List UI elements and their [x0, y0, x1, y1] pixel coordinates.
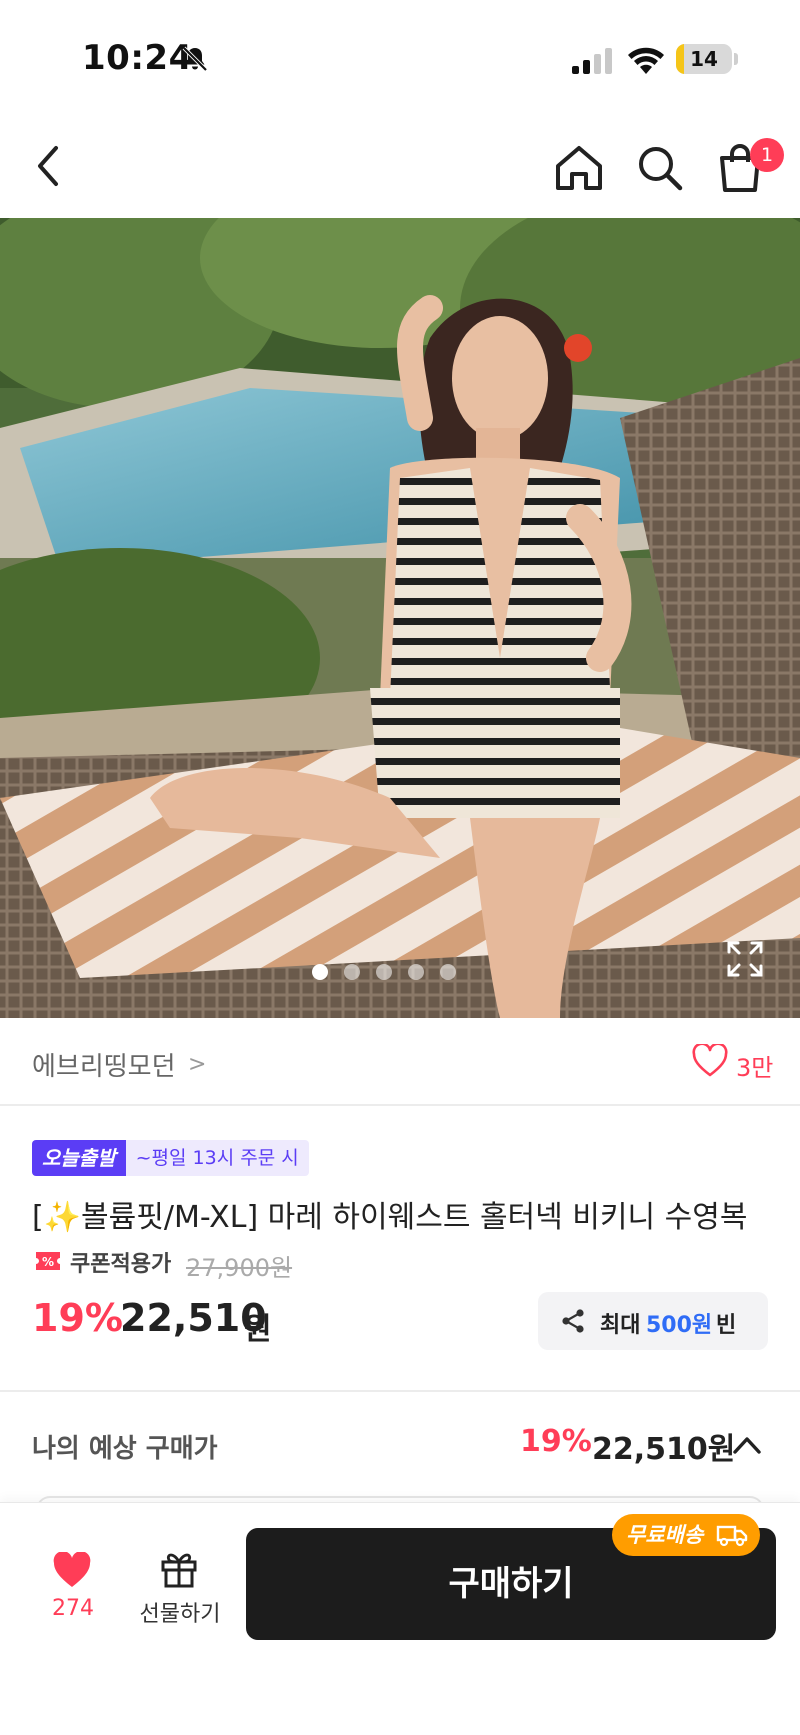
pagination-dot[interactable] — [344, 964, 360, 980]
product-image[interactable] — [0, 218, 800, 1018]
coupon-price-label: 쿠폰적용가 — [70, 1252, 172, 1277]
heart-outline-icon[interactable] — [692, 1044, 728, 1078]
cellular-signal-icon — [572, 48, 612, 74]
order-cutoff-badge: ~평일 13시 주문 시 — [125, 1140, 309, 1176]
discount-rate: 19% — [32, 1296, 123, 1340]
section-divider — [0, 1390, 800, 1392]
pagination-dot[interactable] — [440, 964, 456, 980]
top-nav — [0, 110, 800, 218]
pagination-dot[interactable] — [376, 964, 392, 980]
share-icon — [562, 1309, 584, 1333]
gift-icon — [161, 1553, 197, 1588]
status-bar: 10:24 14 — [0, 0, 800, 110]
seller-name[interactable]: 에브리띵모던 — [32, 1046, 176, 1083]
heart-filled-icon — [53, 1552, 91, 1587]
coupon-icon: % — [36, 1252, 60, 1270]
svg-text:%: % — [42, 1255, 54, 1269]
wishlist-button[interactable]: 274 — [48, 1548, 98, 1628]
pagination-dot[interactable] — [408, 964, 424, 980]
battery-tip — [734, 53, 738, 65]
battery-level: 14 — [690, 47, 718, 71]
original-price: 27,900원 — [186, 1254, 293, 1282]
expand-icon[interactable] — [726, 940, 764, 978]
price-unit: 원 — [244, 1312, 272, 1347]
delivery-badge: 오늘출발 ~평일 13시 주문 시 — [32, 1140, 309, 1176]
share-suffix: 빈 — [716, 1313, 737, 1338]
gift-button[interactable]: 선물하기 — [130, 1544, 230, 1630]
cart-count-badge: 1 — [750, 138, 784, 172]
today-shipping-badge: 오늘출발 — [32, 1140, 126, 1176]
seller-row[interactable]: 에브리띵모던 > 3만 — [0, 1018, 800, 1106]
back-chevron-icon[interactable] — [28, 140, 70, 192]
bell-slash-icon — [182, 46, 208, 72]
image-pagination — [312, 962, 456, 982]
like-count: 3만 — [736, 1054, 774, 1082]
wifi-icon — [628, 47, 664, 74]
seller-chevron-icon: > — [188, 1052, 207, 1077]
home-icon[interactable] — [552, 142, 606, 194]
free-shipping-label: 무료배송 — [626, 1523, 704, 1547]
product-photo — [0, 218, 800, 1018]
chevron-up-icon[interactable] — [730, 1430, 764, 1460]
product-title: [✨볼륨핏/M-XL] 마레 하이웨스트 홀터넥 비키니 수영복 — [32, 1200, 748, 1235]
wishlist-count: 274 — [52, 1596, 94, 1621]
pagination-dot[interactable] — [312, 964, 328, 980]
battery-icon: 14 — [676, 44, 732, 74]
share-prefix: 최대 — [600, 1313, 641, 1338]
free-shipping-badge: 무료배송 — [612, 1514, 760, 1556]
share-reward-button[interactable]: 최대 500원 빈 — [538, 1292, 768, 1350]
gift-label: 선물하기 — [139, 1602, 221, 1627]
truck-icon — [716, 1525, 748, 1547]
search-icon[interactable] — [634, 142, 686, 194]
expected-price-label: 나의 예상 구매가 — [32, 1434, 218, 1464]
share-amount: 500원 — [646, 1313, 713, 1338]
expected-price: 22,510원 — [592, 1432, 736, 1467]
status-time: 10:24 — [82, 38, 193, 78]
expected-discount: 19% — [520, 1424, 592, 1459]
